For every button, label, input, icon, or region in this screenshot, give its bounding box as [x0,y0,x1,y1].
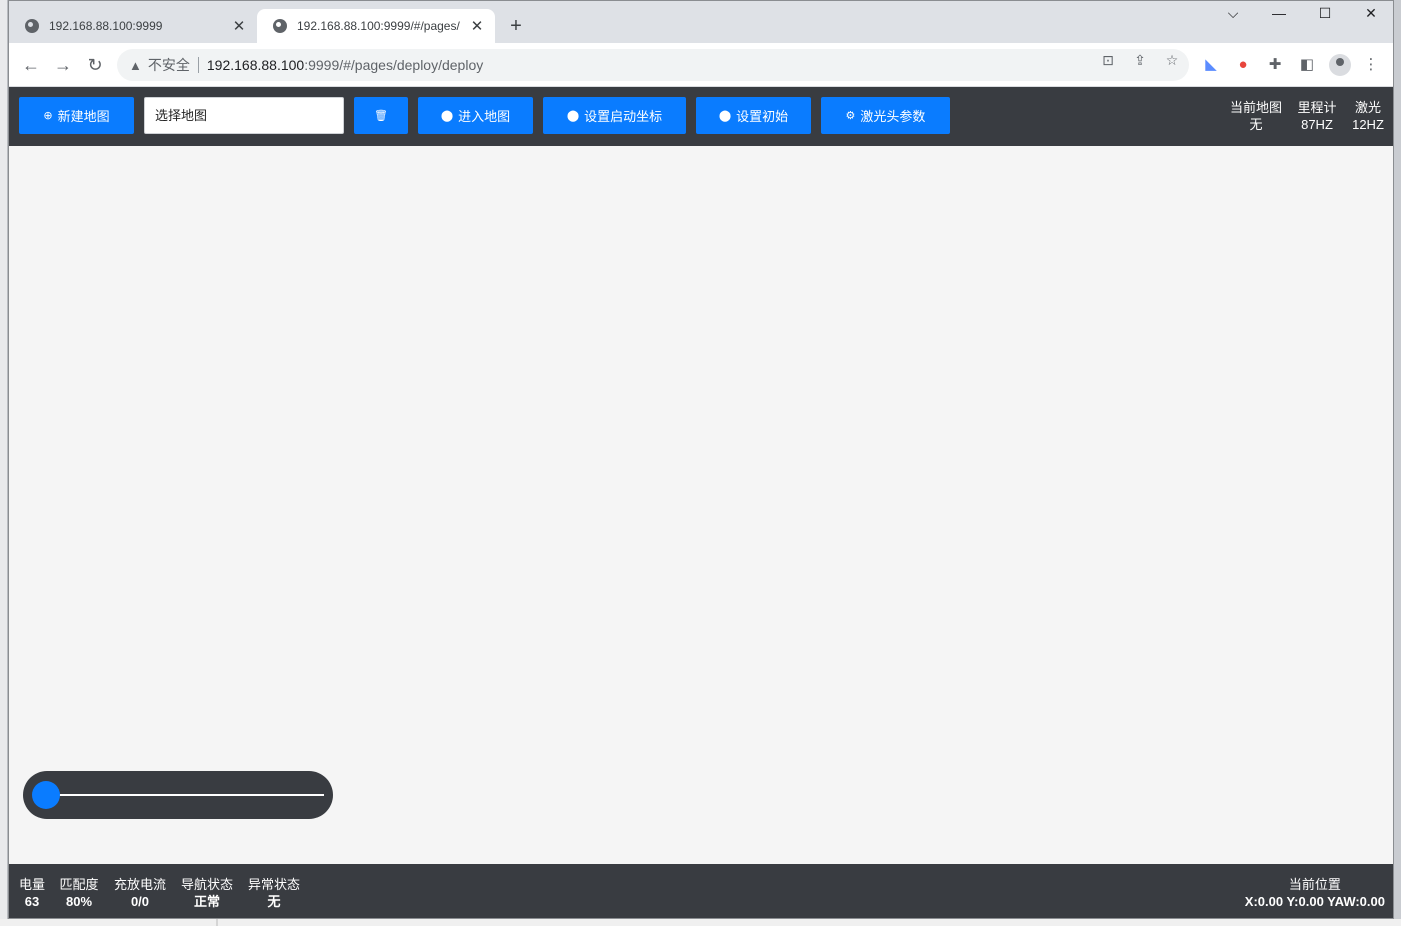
extension-chat-icon[interactable]: ● [1233,55,1253,75]
stat-label: 电量 [19,877,46,892]
map-canvas[interactable] [9,146,1393,864]
stat-label: 激光 [1354,100,1381,115]
map-pin-icon: ⬤ [440,110,454,122]
address-bar[interactable]: ▲ 不安全 192.168.88.100:9999/#/pages/deploy… [117,49,1189,81]
stat-value: 12HZ [1352,117,1384,132]
maximize-icon[interactable]: ☐ [1305,5,1345,27]
stat-label: 异常状态 [247,877,300,892]
stat-value: 无 [267,894,281,909]
slider-track[interactable] [41,794,324,796]
close-icon[interactable]: ✕ [469,17,485,35]
tab-2-title: 192.168.88.100:9999/#/pages/ [297,19,460,33]
stat-label: 当前地图 [1229,100,1282,115]
close-icon[interactable]: ✕ [231,17,247,35]
delete-map-button[interactable]: 🗑 [354,97,408,134]
enter-map-button[interactable]: ⬤ 进入地图 [418,97,533,134]
stat-value: 正常 [193,894,220,909]
back-icon[interactable]: ← [19,53,43,77]
nav-status-stat: 导航状态 正常 [180,876,234,910]
trash-icon: 🗑 [374,110,388,122]
map-pin-icon: ⬤ [566,110,580,122]
new-map-button[interactable]: ⊕ 新建地图 [19,97,134,134]
forward-icon[interactable]: → [51,53,75,77]
share-icon[interactable]: ⇪ [1131,51,1149,69]
desktop-bottom [0,919,1401,926]
stat-value: 无 [1249,117,1263,132]
insecure-label: 不安全 [147,57,190,73]
charge-current-stat: 充放电流 0/0 [113,876,167,910]
enter-map-label: 进入地图 [458,109,511,124]
set-initial-label: 设置初始 [736,109,789,124]
star-icon[interactable]: ☆ [1163,51,1181,69]
stat-value: 63 [24,894,40,909]
laser-params-label: 激光头参数 [860,109,926,124]
error-status-stat: 异常状态 无 [247,876,301,910]
battery-stat: 电量 63 [19,876,45,910]
match-stat: 匹配度 80% [59,876,99,910]
position-value: X:0.00 Y:0.00 YAW:0.00 [1244,894,1385,909]
map-select[interactable]: 选择地图 [144,97,344,134]
plus-circle-icon: ⊕ [43,110,53,122]
tab-1[interactable]: 192.168.88.100:9999 ✕ [9,9,257,43]
desktop-mark [216,919,218,926]
stat-label: 充放电流 [113,877,166,892]
zoom-slider[interactable] [23,771,333,819]
globe-icon [273,19,287,33]
tab-2[interactable]: 192.168.88.100:9999/#/pages/ ✕ [257,9,495,43]
set-initial-button[interactable]: ⬤ 设置初始 [696,97,811,134]
position-label: 当前位置 [1288,877,1341,892]
url-path: :9999/#/pages/deploy/deploy [304,57,484,73]
tab-search-icon[interactable]: ⌵ [1213,5,1253,27]
reload-icon[interactable]: ↻ [83,53,107,77]
stat-label: 里程计 [1297,100,1337,115]
extensions-puzzle-icon[interactable]: ✚ [1265,55,1285,75]
tab-strip: 192.168.88.100:9999 ✕ 192.168.88.100:999… [9,1,1393,43]
url-host: 192.168.88.100 [206,57,305,73]
globe-icon [25,19,39,33]
laser-stat: 激光 12HZ [1349,99,1387,133]
set-start-coord-label: 设置启动坐标 [584,109,663,124]
new-tab-icon[interactable]: + [505,15,527,38]
stat-value: 0/0 [130,894,150,909]
stat-value: 80% [65,894,93,909]
status-bar: 电量 63 匹配度 80% 充放电流 0/0 导航状态 正常 异常状态 无 当前… [9,864,1393,918]
browser-toolbar: ← → ↻ ▲ 不安全 192.168.88.100:9999/#/pages/… [9,43,1393,87]
warning-icon: ▲ [129,57,142,73]
side-panel-icon[interactable]: ◧ [1297,55,1317,75]
odometer-stat: 里程计 87HZ [1293,99,1341,133]
slider-thumb[interactable] [32,781,60,809]
laser-params-button[interactable]: ⚙ 激光头参数 [821,97,950,134]
new-map-label: 新建地图 [57,109,110,124]
stat-label: 匹配度 [59,877,99,892]
set-start-coord-button[interactable]: ⬤ 设置启动坐标 [543,97,686,134]
app-header: ⊕ 新建地图 选择地图 🗑 ⬤ 进入地图 ⬤ 设置启动坐标 ⬤ 设置初始 ⚙ 激… [9,87,1393,146]
current-map-stat: 当前地图 无 [1229,99,1283,133]
gear-icon: ⚙ [845,110,856,122]
extension-bird-icon[interactable]: ◣ [1201,55,1221,75]
profile-avatar-icon[interactable] [1329,54,1351,76]
translate-icon[interactable]: ⊡ [1099,51,1117,69]
browser-window: 192.168.88.100:9999 ✕ 192.168.88.100:999… [8,0,1394,919]
divider [197,57,199,73]
desktop-edge [0,0,8,926]
minimize-icon[interactable]: — [1259,5,1299,27]
stat-value: 87HZ [1301,117,1333,132]
map-pin-icon: ⬤ [718,110,732,122]
tab-1-title: 192.168.88.100:9999 [49,19,163,33]
window-close-icon[interactable]: ✕ [1351,5,1391,27]
menu-dots-icon[interactable]: ⋮ [1361,55,1381,75]
current-position: 当前位置 X:0.00 Y:0.00 YAW:0.00 [1245,876,1385,910]
stat-label: 导航状态 [180,877,233,892]
